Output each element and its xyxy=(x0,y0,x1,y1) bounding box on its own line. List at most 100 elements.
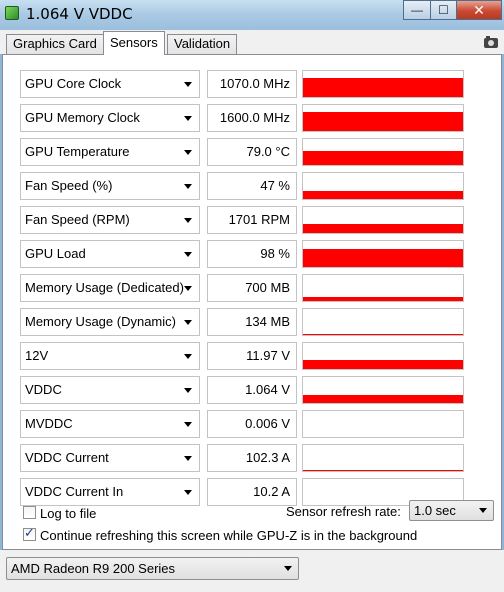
chevron-down-icon xyxy=(184,388,192,393)
maximize-button[interactable]: ☐ xyxy=(430,0,456,20)
sensor-label: Memory Usage (Dynamic) xyxy=(25,314,176,329)
sensor-label: GPU Load xyxy=(25,246,86,261)
sensor-graph xyxy=(302,376,464,404)
continue-refreshing-label: Continue refreshing this screen while GP… xyxy=(40,528,418,543)
gpu-select-value: AMD Radeon R9 200 Series xyxy=(11,561,176,576)
sensor-label: VDDC Current xyxy=(25,450,109,465)
sensor-label-dropdown[interactable]: Memory Usage (Dynamic) xyxy=(20,308,200,336)
gpu-select[interactable]: AMD Radeon R9 200 Series xyxy=(6,557,299,580)
sensor-value: 79.0 °C xyxy=(207,138,297,166)
sensor-graph xyxy=(302,138,464,166)
minimize-button[interactable]: — xyxy=(403,0,430,20)
camera-icon[interactable] xyxy=(484,36,498,48)
sensor-label: 12V xyxy=(25,348,49,363)
sensor-value: 1070.0 MHz xyxy=(207,70,297,98)
window-title: 1.064 V VDDC xyxy=(26,5,133,23)
sensor-graph-fill xyxy=(303,77,463,97)
sensor-label-dropdown[interactable]: VDDC xyxy=(20,376,200,404)
sensor-row: VDDC Current In 10.2 A xyxy=(20,478,464,506)
chevron-down-icon xyxy=(184,286,192,291)
refresh-rate-select[interactable]: 1.0 sec xyxy=(409,500,494,521)
sensor-graph-fill xyxy=(303,333,463,335)
chevron-down-icon xyxy=(184,422,192,427)
continue-refreshing-checkbox[interactable] xyxy=(23,526,36,541)
chevron-down-icon xyxy=(184,184,192,189)
sensor-row: Memory Usage (Dedicated) 700 MB xyxy=(20,274,464,302)
sensor-graph-fill xyxy=(303,395,463,403)
sensor-graph xyxy=(302,240,464,268)
sensor-graph xyxy=(302,342,464,370)
sensor-value: 1600.0 MHz xyxy=(207,104,297,132)
sensor-label: Fan Speed (%) xyxy=(25,178,113,193)
footer: AMD Radeon R9 200 Series xyxy=(0,550,504,592)
sensor-graph-fill xyxy=(303,150,463,165)
sensor-graph xyxy=(302,70,464,98)
sensor-row: GPU Core Clock 1070.0 MHz xyxy=(20,70,464,98)
sensor-row: Memory Usage (Dynamic) 134 MB xyxy=(20,308,464,336)
sensor-label: MVDDC xyxy=(25,416,73,431)
sensor-label: Fan Speed (RPM) xyxy=(25,212,130,227)
sensor-label-dropdown[interactable]: VDDC Current In xyxy=(20,478,200,506)
sensor-label-dropdown[interactable]: Fan Speed (%) xyxy=(20,172,200,200)
sensor-value: 102.3 A xyxy=(207,444,297,472)
title-bar: 1.064 V VDDC — ☐ ✕ xyxy=(0,0,504,30)
sensor-value: 134 MB xyxy=(207,308,297,336)
sensor-row: Fan Speed (RPM) 1701 RPM xyxy=(20,206,464,234)
chevron-down-icon xyxy=(184,218,192,223)
sensor-label-dropdown[interactable]: GPU Temperature xyxy=(20,138,200,166)
refresh-rate-label: Sensor refresh rate: xyxy=(286,504,401,519)
sensor-row: Fan Speed (%) 47 % xyxy=(20,172,464,200)
tab-sensors[interactable]: Sensors xyxy=(103,31,165,55)
log-to-file-checkbox[interactable] xyxy=(23,506,36,519)
chevron-down-icon xyxy=(284,566,292,571)
sensor-graph-fill xyxy=(303,297,463,301)
sensor-value: 10.2 A xyxy=(207,478,297,506)
sensor-graph xyxy=(302,308,464,336)
tab-validation[interactable]: Validation xyxy=(167,34,238,54)
tab-graphics-card[interactable]: Graphics Card xyxy=(6,34,104,54)
sensor-label-dropdown[interactable]: VDDC Current xyxy=(20,444,200,472)
sensor-graph-fill xyxy=(303,191,463,199)
sensor-value: 1701 RPM xyxy=(207,206,297,234)
sensor-graph xyxy=(302,410,464,438)
sensor-value: 11.97 V xyxy=(207,342,297,370)
sensor-row: GPU Memory Clock 1600.0 MHz xyxy=(20,104,464,132)
sensor-label: VDDC xyxy=(25,382,62,397)
chevron-down-icon xyxy=(184,82,192,87)
sensor-row: VDDC 1.064 V xyxy=(20,376,464,404)
gpuz-app-icon[interactable] xyxy=(5,6,19,20)
sensor-row: 12V 11.97 V xyxy=(20,342,464,370)
sensor-label-dropdown[interactable]: GPU Core Clock xyxy=(20,70,200,98)
sensor-row: GPU Temperature 79.0 °C xyxy=(20,138,464,166)
sensor-row: MVDDC 0.006 V xyxy=(20,410,464,438)
chevron-down-icon xyxy=(184,116,192,121)
sensor-graph xyxy=(302,274,464,302)
sensor-graph-fill xyxy=(303,223,463,233)
chevron-down-icon xyxy=(184,354,192,359)
sensor-label-dropdown[interactable]: Memory Usage (Dedicated) xyxy=(20,274,200,302)
sensor-graph-fill xyxy=(303,248,463,267)
sensor-label-dropdown[interactable]: MVDDC xyxy=(20,410,200,438)
sensor-row: GPU Load 98 % xyxy=(20,240,464,268)
sensor-value: 47 % xyxy=(207,172,297,200)
sensor-label: GPU Memory Clock xyxy=(25,110,140,125)
sensor-label: GPU Temperature xyxy=(25,144,130,159)
chevron-down-icon xyxy=(184,252,192,257)
sensor-graph xyxy=(302,444,464,472)
sensor-value: 0.006 V xyxy=(207,410,297,438)
chevron-down-icon xyxy=(184,150,192,155)
chevron-down-icon xyxy=(184,320,192,325)
chevron-down-icon xyxy=(184,456,192,461)
sensor-label-dropdown[interactable]: GPU Memory Clock xyxy=(20,104,200,132)
close-button[interactable]: ✕ xyxy=(456,0,502,20)
sensors-panel: GPU Core Clock 1070.0 MHz GPU Memory Clock… xyxy=(2,54,502,550)
sensor-label: VDDC Current In xyxy=(25,484,124,499)
sensor-label-dropdown[interactable]: Fan Speed (RPM) xyxy=(20,206,200,234)
sensor-row: VDDC Current 102.3 A xyxy=(20,444,464,472)
sensor-label-dropdown[interactable]: GPU Load xyxy=(20,240,200,268)
log-to-file-label: Log to file xyxy=(40,506,97,521)
chevron-down-icon xyxy=(184,490,192,495)
sensor-label-dropdown[interactable]: 12V xyxy=(20,342,200,370)
sensor-label: GPU Core Clock xyxy=(25,76,122,91)
window-controls: — ☐ ✕ xyxy=(403,0,502,20)
